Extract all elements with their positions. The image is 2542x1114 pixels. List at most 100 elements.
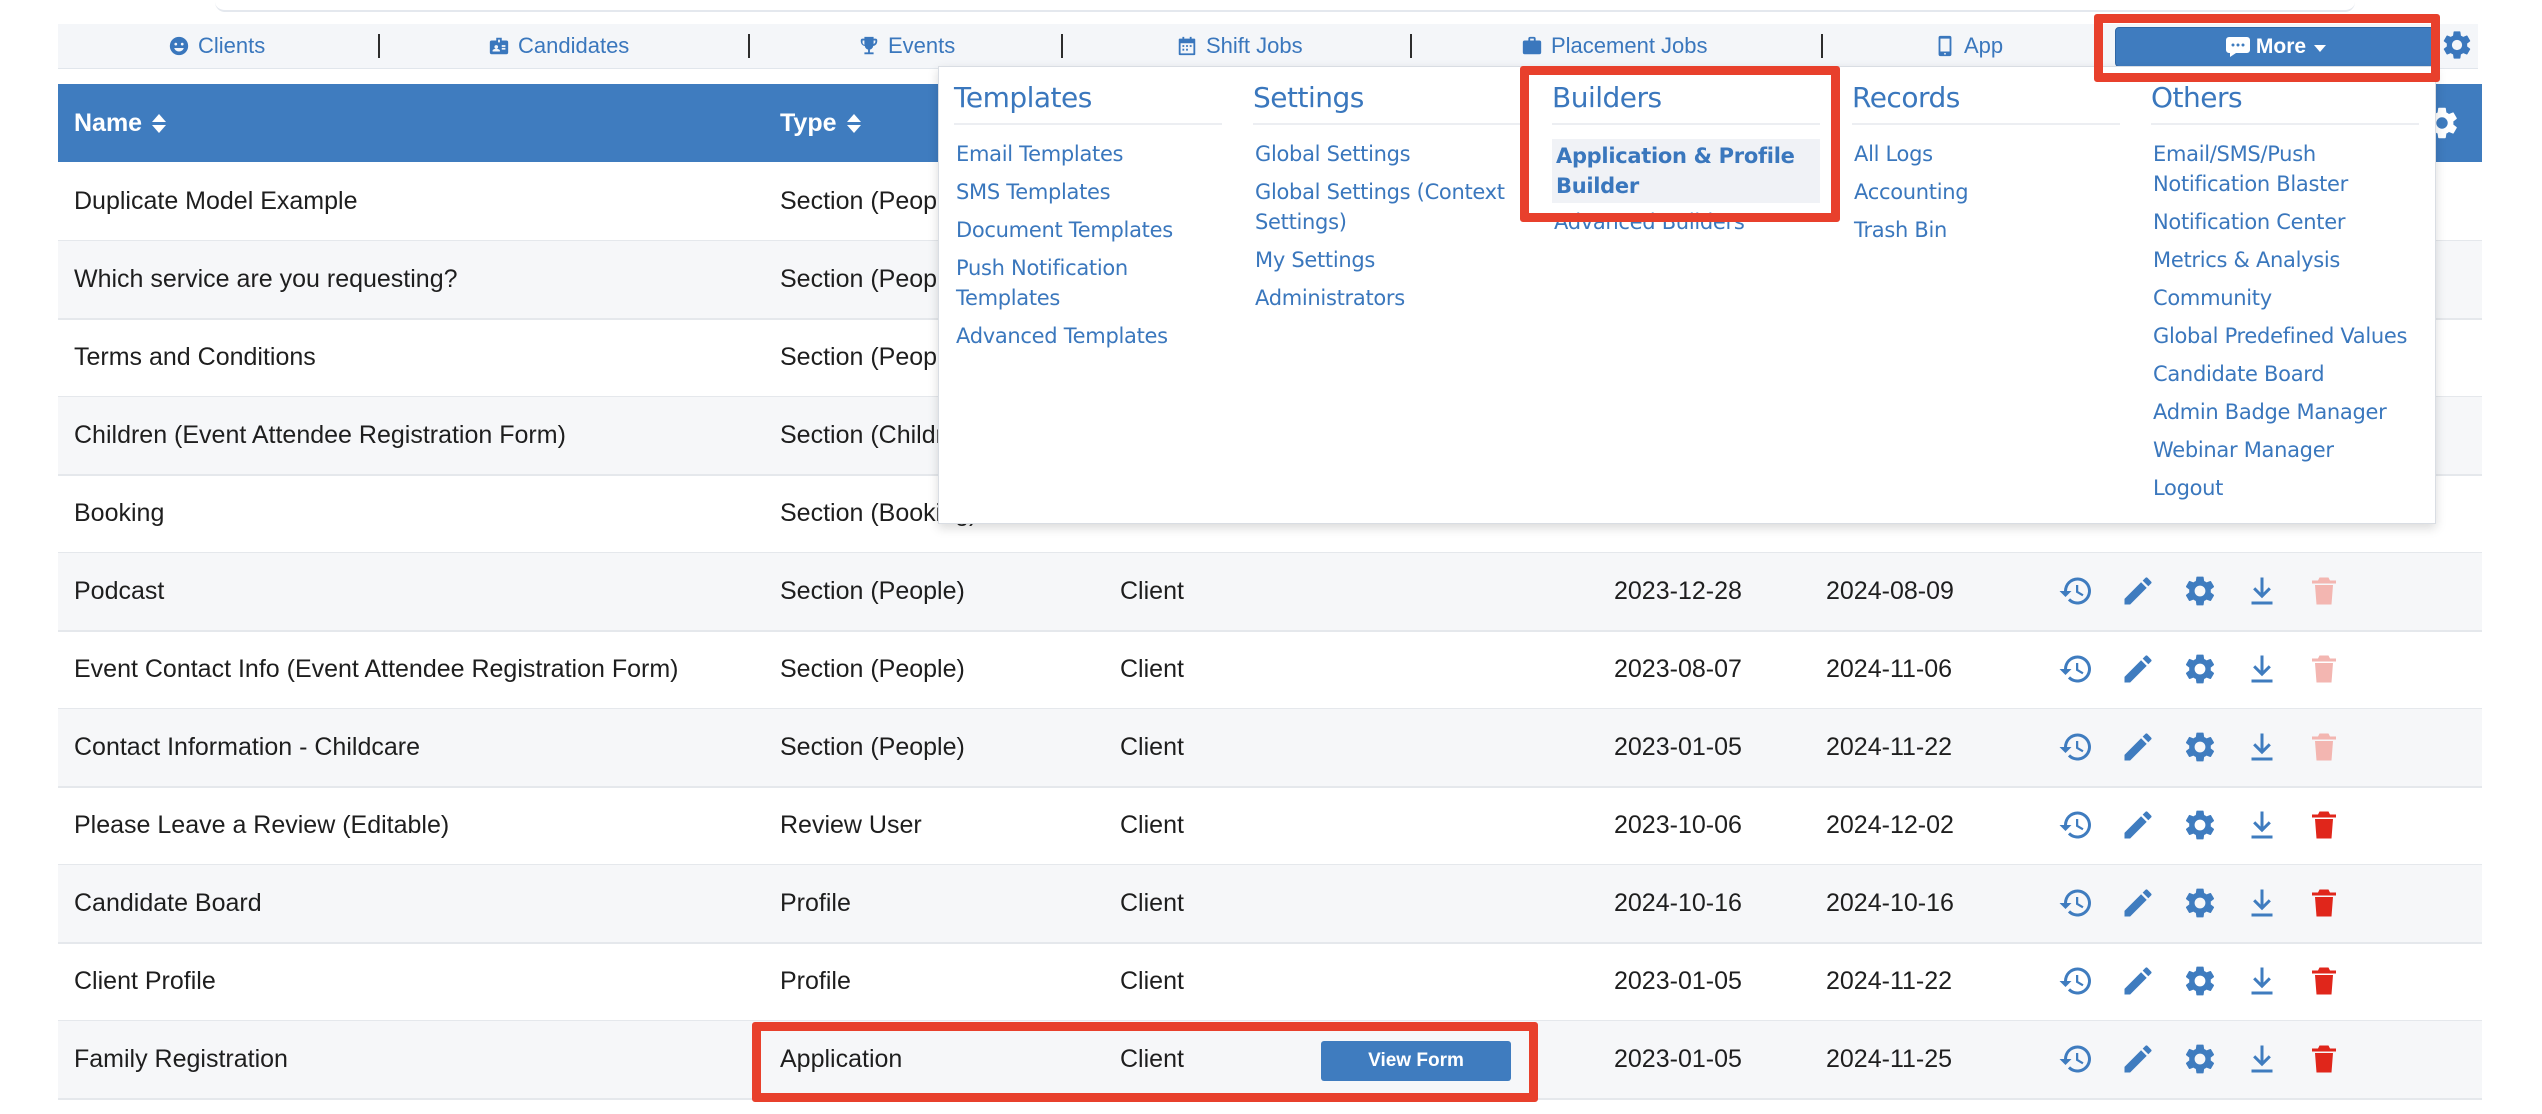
menu-item-accounting[interactable]: Accounting bbox=[1854, 177, 2120, 207]
smile-icon bbox=[169, 36, 189, 56]
cell-name: Contact Information - Childcare bbox=[74, 733, 420, 761]
calendar-icon bbox=[1178, 36, 1196, 56]
menu-item-community[interactable]: Community bbox=[2153, 283, 2419, 313]
gear-icon[interactable] bbox=[2182, 729, 2218, 765]
menu-item-global-predefined-values[interactable]: Global Predefined Values bbox=[2153, 321, 2419, 351]
menu-item-my-settings[interactable]: My Settings bbox=[1255, 245, 1521, 275]
history-icon[interactable] bbox=[2058, 651, 2094, 687]
nav-item-app[interactable]: App bbox=[1934, 24, 2003, 68]
gear-icon[interactable] bbox=[2182, 963, 2218, 999]
column-label: Name bbox=[74, 108, 143, 137]
menu-item-all-logs[interactable]: All Logs bbox=[1854, 139, 2120, 169]
sort-icon bbox=[152, 113, 167, 133]
delete-icon[interactable] bbox=[2306, 885, 2342, 921]
nav-label: App bbox=[1964, 33, 2004, 58]
gear-icon[interactable] bbox=[2182, 573, 2218, 609]
download-icon[interactable] bbox=[2244, 963, 2280, 999]
cell-name: Client Profile bbox=[74, 967, 216, 995]
column-header-name[interactable]: Name bbox=[74, 84, 167, 162]
history-icon[interactable] bbox=[2058, 963, 2094, 999]
gear-icon[interactable] bbox=[2182, 885, 2218, 921]
nav-separator bbox=[1821, 34, 1823, 58]
gear-icon[interactable] bbox=[2182, 807, 2218, 843]
delete-icon[interactable] bbox=[2306, 651, 2342, 687]
cell-type: Section (People) bbox=[780, 733, 965, 761]
download-icon[interactable] bbox=[2244, 729, 2280, 765]
nav-separator bbox=[748, 34, 750, 58]
nav-label: Clients bbox=[198, 33, 266, 58]
gear-icon[interactable] bbox=[2182, 651, 2218, 687]
download-icon[interactable] bbox=[2244, 573, 2280, 609]
delete-icon[interactable] bbox=[2306, 729, 2342, 765]
menu-item-candidate-board[interactable]: Candidate Board bbox=[2153, 359, 2419, 389]
menu-item-push-notification-templates[interactable]: Push Notification Templates bbox=[956, 253, 1222, 313]
menu-item-document-templates[interactable]: Document Templates bbox=[956, 215, 1222, 245]
history-icon[interactable] bbox=[2058, 807, 2094, 843]
mobile-icon bbox=[1938, 35, 1952, 57]
menu-item-notification-center[interactable]: Notification Center bbox=[2153, 207, 2419, 237]
cell-created: 2023-08-07 bbox=[1614, 655, 1742, 683]
edit-icon[interactable] bbox=[2120, 885, 2156, 921]
menu-item-administrators[interactable]: Administrators bbox=[1255, 283, 1521, 313]
history-icon[interactable] bbox=[2058, 1041, 2094, 1077]
menu-item-trash-bin[interactable]: Trash Bin bbox=[1854, 215, 2120, 245]
cell-created: 2023-12-28 bbox=[1614, 577, 1742, 605]
menu-column-title: Records bbox=[1852, 81, 1960, 114]
edit-icon[interactable] bbox=[2120, 807, 2156, 843]
menu-item-advanced-templates[interactable]: Advanced Templates bbox=[956, 321, 1222, 351]
delete-icon[interactable] bbox=[2306, 963, 2342, 999]
cell-created: 2024-10-16 bbox=[1614, 889, 1742, 917]
edit-icon[interactable] bbox=[2120, 1041, 2156, 1077]
nav-item-clients[interactable]: Clients bbox=[168, 24, 265, 68]
table-row: Candidate Board Profile Client 2024-10-16 20… bbox=[58, 865, 2482, 944]
nav-separator bbox=[1061, 34, 1063, 58]
delete-icon[interactable] bbox=[2306, 573, 2342, 609]
cell-name: Which service are you requesting? bbox=[74, 265, 458, 293]
menu-item-notification-blaster[interactable]: Email/SMS/Push Notification Blaster bbox=[2153, 139, 2419, 199]
history-icon[interactable] bbox=[2058, 885, 2094, 921]
cell-updated: 2024-11-22 bbox=[1826, 733, 1953, 761]
download-icon[interactable] bbox=[2244, 885, 2280, 921]
gear-icon[interactable] bbox=[2182, 1041, 2218, 1077]
menu-item-email-templates[interactable]: Email Templates bbox=[956, 139, 1222, 169]
cell-created: 2023-01-05 bbox=[1614, 1045, 1742, 1073]
cell-name: Family Registration bbox=[74, 1045, 288, 1073]
edit-icon[interactable] bbox=[2120, 963, 2156, 999]
nav-item-shift-jobs[interactable]: Shift Jobs bbox=[1176, 24, 1303, 68]
briefcase-icon bbox=[1522, 36, 1542, 55]
download-icon[interactable] bbox=[2244, 1041, 2280, 1077]
menu-item-admin-badge-manager[interactable]: Admin Badge Manager bbox=[2153, 397, 2419, 427]
cell-created: 2023-01-05 bbox=[1614, 733, 1742, 761]
history-icon[interactable] bbox=[2058, 573, 2094, 609]
cell-type: Review User bbox=[780, 811, 922, 839]
cell-updated: 2024-12-02 bbox=[1826, 811, 1954, 839]
nav-label: Shift Jobs bbox=[1206, 33, 1303, 58]
column-label: Type bbox=[780, 108, 837, 137]
nav-item-events[interactable]: Events bbox=[858, 24, 955, 68]
delete-icon[interactable] bbox=[2306, 1041, 2342, 1077]
edit-icon[interactable] bbox=[2120, 729, 2156, 765]
cell-owner: Client bbox=[1120, 811, 1184, 839]
menu-item-webinar-manager[interactable]: Webinar Manager bbox=[2153, 435, 2419, 465]
cell-owner: Client bbox=[1120, 967, 1184, 995]
history-icon[interactable] bbox=[2058, 729, 2094, 765]
menu-item-global-settings[interactable]: Global Settings bbox=[1255, 139, 1521, 169]
sort-icon bbox=[846, 113, 861, 133]
settings-gear-icon[interactable] bbox=[2440, 28, 2474, 62]
menu-item-metrics-analysis[interactable]: Metrics & Analysis bbox=[2153, 245, 2419, 275]
top-scroll-edge bbox=[215, 0, 2355, 12]
menu-column-title: Settings bbox=[1253, 81, 1364, 114]
menu-item-logout[interactable]: Logout bbox=[2153, 473, 2419, 503]
menu-item-sms-templates[interactable]: SMS Templates bbox=[956, 177, 1222, 207]
column-header-type[interactable]: Type bbox=[780, 84, 861, 162]
download-icon[interactable] bbox=[2244, 651, 2280, 687]
delete-icon[interactable] bbox=[2306, 807, 2342, 843]
nav-item-candidates[interactable]: Candidates bbox=[488, 24, 629, 68]
menu-item-global-settings-context[interactable]: Global Settings (Context Settings) bbox=[1255, 177, 1521, 237]
cell-type: Profile bbox=[780, 967, 851, 995]
nav-item-placement-jobs[interactable]: Placement Jobs bbox=[1521, 24, 1708, 68]
edit-icon[interactable] bbox=[2120, 573, 2156, 609]
table-row: Podcast Section (People) Client 2023-12-28 2… bbox=[58, 553, 2482, 632]
edit-icon[interactable] bbox=[2120, 651, 2156, 687]
download-icon[interactable] bbox=[2244, 807, 2280, 843]
